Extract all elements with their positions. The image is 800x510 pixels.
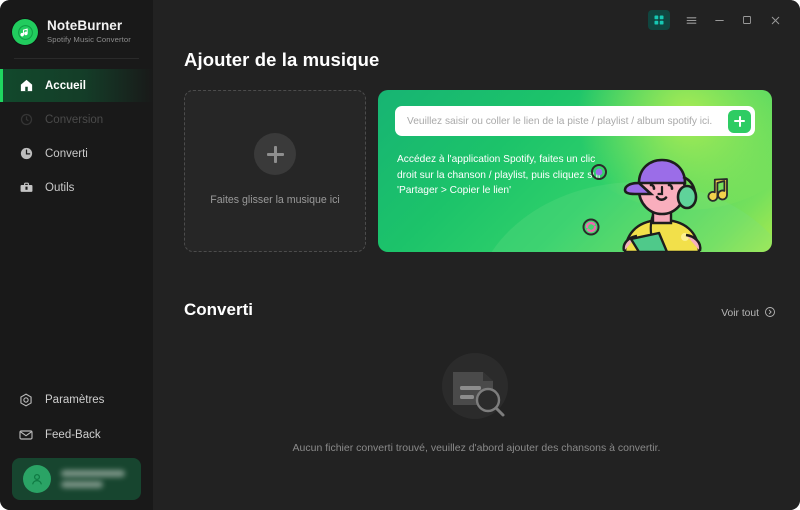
clock-icon — [18, 146, 34, 162]
home-icon — [18, 78, 34, 94]
spotify-link-input[interactable] — [407, 115, 728, 127]
account-name-masked — [61, 470, 125, 477]
sidebar-item-label: Outils — [45, 181, 75, 194]
brand-subtitle: Spotify Music Convertor — [47, 35, 131, 45]
account-card[interactable] — [12, 458, 141, 500]
see-all-label: Voir tout — [721, 308, 759, 319]
sidebar-item-label: Conversion — [45, 113, 104, 126]
sidebar-item-conversion[interactable]: Conversion — [0, 103, 153, 136]
spotify-link-card: Accédez à l'application Spotify, faites … — [378, 90, 772, 252]
maximize-icon[interactable] — [734, 8, 760, 32]
user-avatar-icon — [23, 465, 51, 493]
page-title: Ajouter de la musique — [184, 49, 380, 70]
sidebar-divider — [14, 58, 139, 59]
converted-section-title: Converti — [184, 300, 253, 319]
brand-logo: NoteBurner Spotify Music Convertor — [0, 0, 153, 50]
account-info — [61, 470, 125, 488]
plus-icon[interactable] — [254, 133, 296, 176]
sidebar-item-converti[interactable]: Converti — [0, 137, 153, 170]
sidebar-nav: Accueil Conversion Converti Outils — [0, 69, 153, 205]
account-plan-masked — [61, 481, 103, 488]
see-all-link[interactable]: Voir tout — [721, 306, 776, 321]
sidebar-item-outils[interactable]: Outils — [0, 171, 153, 204]
refresh-icon — [18, 112, 34, 128]
noteburner-logo-icon — [12, 19, 38, 45]
empty-state-text: Aucun fichier converti trouvé, veuillez … — [292, 442, 661, 454]
sidebar-item-label: Accueil — [45, 79, 86, 92]
dropzone-label: Faites glisser la musique ici — [210, 194, 340, 207]
main-content: Ajouter de la musique Faites glisser la … — [153, 0, 800, 510]
music-dropzone[interactable]: Faites glisser la musique ici — [184, 90, 366, 252]
close-icon[interactable] — [762, 8, 788, 32]
sidebar-item-label: Converti — [45, 147, 88, 160]
window-titlebar — [648, 0, 800, 40]
chevron-right-circle-icon — [764, 306, 776, 321]
minimize-icon[interactable] — [706, 8, 732, 32]
brand-name: NoteBurner — [47, 18, 123, 34]
mail-icon — [18, 427, 34, 443]
sidebar-item-accueil[interactable]: Accueil — [0, 69, 153, 102]
file-search-icon — [441, 353, 508, 419]
sidebar-item-label: Paramètres — [45, 394, 105, 406]
sidebar-item-feedback[interactable]: Feed-Back — [0, 418, 153, 452]
sidebar-bottom-nav: Paramètres Feed-Back — [0, 383, 153, 510]
toolbox-icon — [18, 180, 34, 196]
gear-icon — [18, 392, 34, 408]
person-listening-music-illustration — [582, 158, 728, 252]
sidebar: NoteBurner Spotify Music Convertor Accue… — [0, 0, 153, 510]
sidebar-item-label: Feed-Back — [45, 429, 101, 441]
sidebar-item-parametres[interactable]: Paramètres — [0, 383, 153, 417]
grid-apps-icon[interactable] — [648, 10, 670, 30]
app-window: NoteBurner Spotify Music Convertor Accue… — [0, 0, 800, 510]
hamburger-menu-icon[interactable] — [678, 8, 704, 32]
